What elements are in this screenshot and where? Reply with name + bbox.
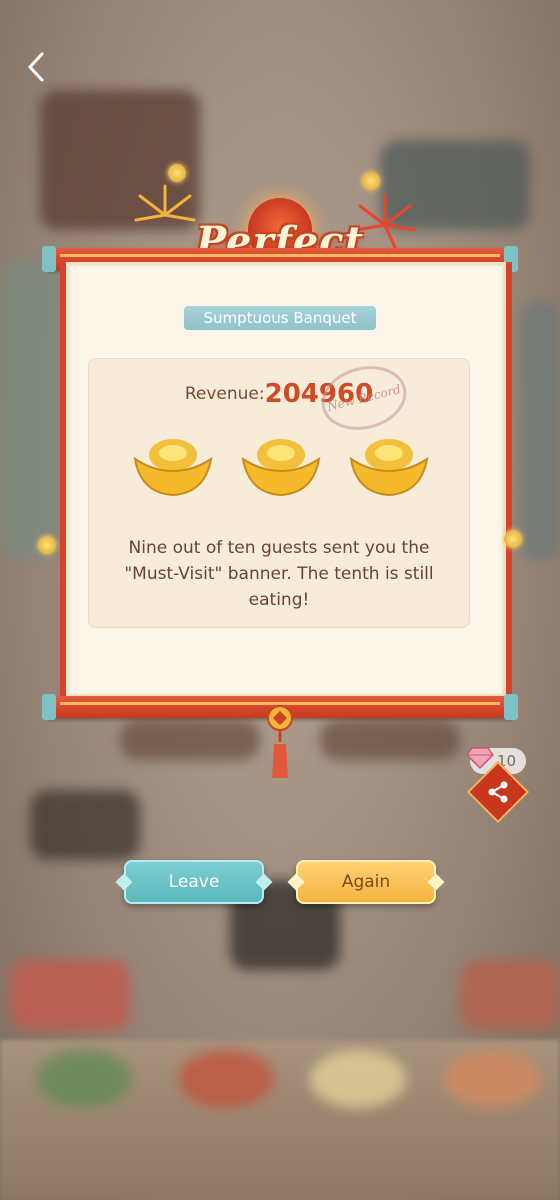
coin-icon (38, 536, 56, 554)
banquet-rank-badge: Sumptuous Banquet (184, 306, 376, 330)
again-button-label: Again (341, 872, 391, 892)
leave-button[interactable]: Leave (115, 860, 273, 904)
back-button[interactable] (22, 50, 50, 84)
share-icon (488, 781, 508, 803)
coin-icon (362, 172, 380, 190)
coin-icon (168, 164, 186, 182)
revenue-row: Revenue:204960 (89, 379, 469, 409)
gem-icon (466, 747, 494, 770)
result-message: Nine out of ten guests sent you the "Mus… (124, 538, 434, 610)
new-record-stamp: New Record (314, 357, 414, 439)
again-button[interactable]: Again (287, 860, 445, 904)
result-card: Revenue:204960 New Record Nine out of te… (88, 357, 470, 628)
tassel-ornament (267, 705, 293, 778)
gold-ingot-icon (133, 439, 213, 497)
coin-icon (504, 530, 522, 548)
leave-button-label: Leave (168, 872, 220, 892)
revenue-label: Revenue: (184, 384, 265, 404)
gold-ingot-icon (241, 439, 321, 497)
chevron-left-icon (27, 52, 44, 82)
gold-ingot-icon (349, 439, 429, 497)
rating-ingots (131, 433, 431, 503)
